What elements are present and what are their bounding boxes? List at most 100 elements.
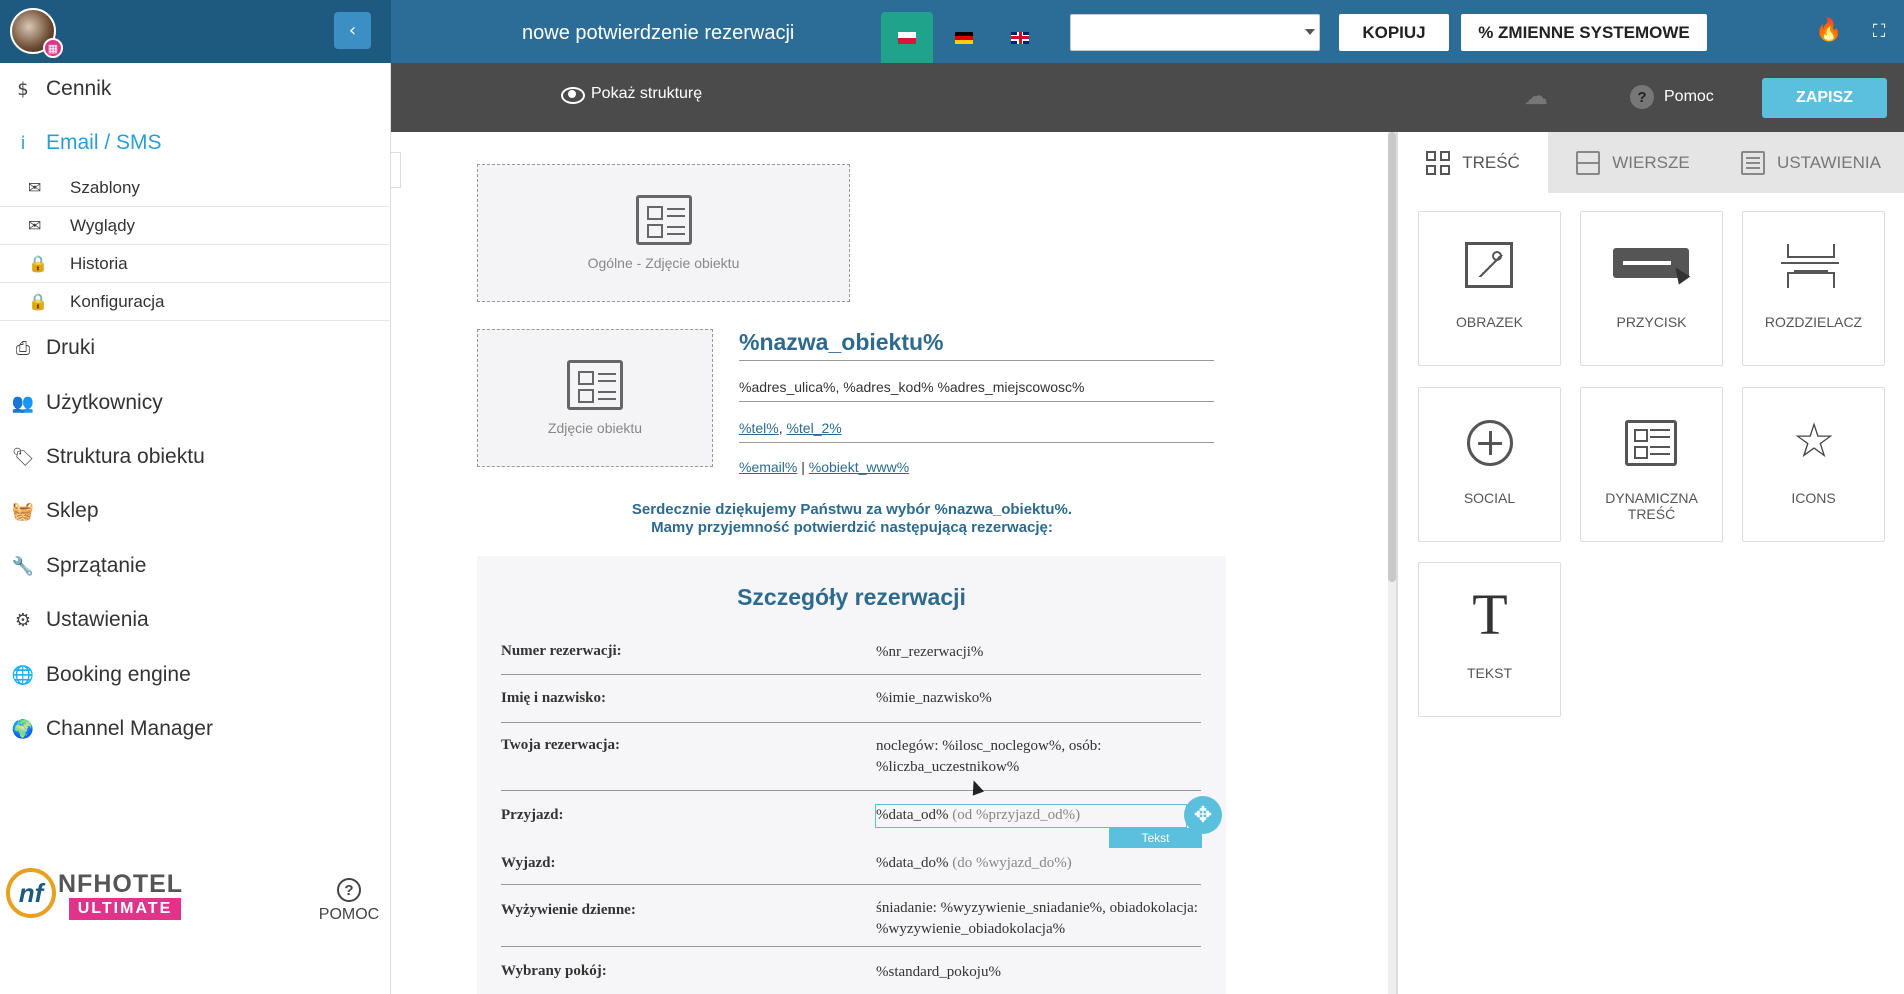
- tab-label: TREŚĆ: [1462, 152, 1520, 172]
- fire-icon[interactable]: 🔥: [1815, 16, 1842, 44]
- sidebar-item-label: Channel Manager: [46, 717, 213, 740]
- details-title[interactable]: Szczegóły rezerwacji: [477, 584, 1226, 611]
- block-label: PRZYCISK: [1616, 314, 1687, 330]
- tab-tresc[interactable]: TREŚĆ: [1398, 132, 1548, 193]
- sidebar-item-label: Sklep: [46, 499, 99, 522]
- toolbar-help-button[interactable]: ? Pomoc: [1630, 85, 1714, 109]
- sidebar-item-druki[interactable]: ⎙ Druki: [0, 326, 391, 370]
- www-link[interactable]: %obiekt_www%: [809, 459, 909, 475]
- sidebar-item-booking-engine[interactable]: 🌐 Booking engine: [0, 653, 391, 697]
- block-label: TEKST: [1466, 665, 1513, 681]
- show-structure-button[interactable]: Pokaż strukturę: [561, 85, 702, 104]
- collapse-sidebar-button[interactable]: ‹: [334, 12, 371, 49]
- image-icon: [1465, 242, 1513, 288]
- block-text[interactable]: T TEKST: [1418, 562, 1561, 717]
- row-divider: [501, 722, 1201, 723]
- social-icon: [1467, 420, 1513, 466]
- tab-ustawienia[interactable]: USTAWIENIA: [1718, 132, 1904, 193]
- sidebar-subitem-historia[interactable]: 🔒 Historia: [0, 245, 391, 283]
- hotel-name[interactable]: %nazwa_obiektu%: [739, 329, 944, 356]
- printer-icon: ⎙: [15, 337, 31, 359]
- row-value[interactable]: śniadanie: %wyzywienie_sniadanie%, obiad…: [876, 898, 1206, 940]
- row-divider: [501, 790, 1201, 791]
- row-value[interactable]: noclegów: %ilosc_noclegow%, osób: %liczb…: [876, 736, 1206, 778]
- block-type-tag[interactable]: Tekst: [1109, 828, 1202, 848]
- block-icons[interactable]: ☆ ICONS: [1742, 387, 1885, 542]
- document-title: nowe potwierdzenie rezerwacji: [522, 22, 795, 44]
- sidebar-item-sprzatanie[interactable]: 🔧 Sprzątanie: [0, 544, 391, 588]
- template-select[interactable]: [1070, 14, 1320, 51]
- object-photo-placeholder[interactable]: Zdjęcie obiektu: [477, 329, 713, 467]
- divider: [739, 442, 1214, 443]
- row-value[interactable]: %nr_rezerwacji%: [876, 642, 1206, 663]
- save-button[interactable]: ZAPISZ: [1762, 78, 1887, 118]
- main-photo-label: Ogólne - Zdjęcie obiektu: [587, 255, 740, 271]
- row-label: Imię i nazwisko:: [501, 690, 606, 706]
- hotel-phones[interactable]: %tel%, %tel_2%: [739, 420, 842, 436]
- brand-mark: nf: [6, 868, 56, 918]
- language-de-button[interactable]: [938, 12, 990, 63]
- sidebar-item-channel-manager[interactable]: 🌍 Channel Manager: [0, 707, 391, 751]
- phone-link[interactable]: %tel%: [739, 420, 779, 436]
- copy-button[interactable]: KOPIUJ: [1339, 14, 1449, 51]
- block-label: DYNAMICZNA TREŚĆ: [1605, 490, 1698, 522]
- move-icon[interactable]: ✥: [1184, 796, 1222, 834]
- question-icon: ?: [337, 878, 361, 902]
- block-image[interactable]: OBRAZEK: [1418, 211, 1561, 366]
- main-photo-placeholder[interactable]: Ogólne - Zdjęcie obiektu: [477, 164, 850, 302]
- earth-icon: 🌍: [11, 718, 35, 740]
- star-icon: ☆: [1792, 413, 1836, 469]
- block-dynamic-content[interactable]: DYNAMICZNA TREŚĆ: [1580, 387, 1723, 542]
- canvas-left-tab[interactable]: [391, 152, 401, 188]
- row-value[interactable]: %data_do% (do %wyjazd_do%): [876, 853, 1206, 874]
- sidebar-help-button[interactable]: ? POMOC: [314, 878, 384, 924]
- row-divider: [501, 946, 1201, 947]
- phone2-link[interactable]: %tel_2%: [786, 420, 841, 436]
- info-icon: i: [20, 132, 26, 154]
- sidebar-item-email-sms[interactable]: i Email / SMS: [0, 121, 391, 165]
- lock-icon: 🔒: [28, 254, 48, 273]
- departure-to: (do %wyjazd_do%): [952, 855, 1072, 871]
- row-value[interactable]: %imie_nazwisko%: [876, 688, 1206, 709]
- hotel-address[interactable]: %adres_ulica%, %adres_kod% %adres_miejsc…: [739, 379, 1085, 395]
- apps-grid-icon[interactable]: ▦: [43, 38, 63, 58]
- language-en-button[interactable]: [994, 12, 1046, 63]
- row-divider: [501, 884, 1201, 885]
- system-variables-button[interactable]: % ZMIENNE SYSTEMOWE: [1461, 14, 1707, 51]
- sidebar-item-sklep[interactable]: 🧺 Sklep: [0, 489, 391, 533]
- sidebar-subitem-label: Historia: [70, 253, 128, 273]
- sidebar-item-ustawienia[interactable]: ⚙ Ustawienia: [0, 598, 391, 642]
- block-divider[interactable]: ROZDZIELACZ: [1742, 211, 1885, 366]
- text-icon: T: [1472, 582, 1508, 647]
- sidebar-subitem-wyglady[interactable]: ✉ Wyglądy: [0, 207, 391, 245]
- contact-separator: |: [801, 459, 805, 475]
- cloud-upload-icon[interactable]: ☁: [1521, 83, 1551, 110]
- brand-name: NFHOTEL: [58, 870, 184, 898]
- flag-en-icon: [1011, 31, 1029, 44]
- sidebar-item-cennik[interactable]: $ Cennik: [0, 67, 391, 111]
- language-pl-button[interactable]: [881, 12, 933, 63]
- row-label: Wybrany pokój:: [501, 963, 607, 979]
- fullscreen-icon[interactable]: ⛶: [1866, 18, 1892, 44]
- envelope-icon: ✉: [28, 178, 42, 197]
- divider-icon: [1781, 244, 1839, 288]
- sidebar-item-struktura-obiektu[interactable]: 🏷 Struktura obiektu: [0, 435, 391, 479]
- divider: [739, 360, 1214, 361]
- tags-icon: 🏷: [11, 446, 35, 468]
- email-link[interactable]: %email%: [739, 459, 797, 475]
- row-value[interactable]: %standard_pokoju%: [876, 962, 1206, 983]
- hotel-contacts[interactable]: %email% | %obiekt_www%: [739, 459, 909, 475]
- sidebar-item-uzytkownicy[interactable]: 👥 Użytkownicy: [0, 381, 391, 425]
- tab-wiersze[interactable]: WIERSZE: [1548, 132, 1718, 193]
- sidebar-item-label: Cennik: [46, 77, 112, 100]
- gears-icon: ⚙: [14, 609, 32, 631]
- thanks-line-1[interactable]: Serdecznie dziękujemy Państwu za wybór %…: [478, 501, 1226, 518]
- block-button[interactable]: PRZYCISK: [1580, 211, 1723, 366]
- basket-icon: 🧺: [11, 500, 35, 522]
- block-social[interactable]: SOCIAL: [1418, 387, 1561, 542]
- sidebar-item-label: Użytkownicy: [46, 391, 163, 414]
- canvas-scrollbar-thumb[interactable]: [1388, 132, 1396, 582]
- sidebar-subitem-szablony[interactable]: ✉ Szablony: [0, 169, 391, 207]
- sidebar-subitem-konfiguracja[interactable]: 🔒 Konfiguracja: [0, 283, 391, 321]
- thanks-line-2[interactable]: Mamy przyjemność potwierdzić następującą…: [478, 519, 1226, 536]
